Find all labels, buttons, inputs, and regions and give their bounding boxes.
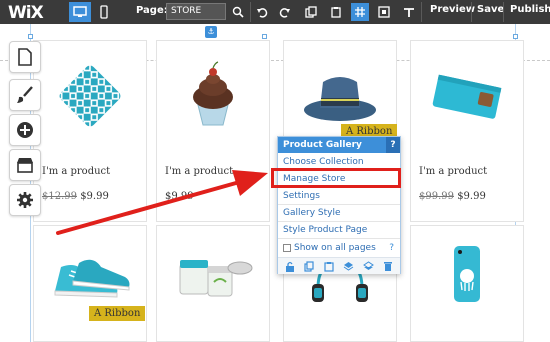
preview-button[interactable]: Preview (430, 4, 475, 15)
phone-case-icon (454, 246, 480, 302)
copy-icon[interactable] (303, 260, 315, 272)
settings-link[interactable]: Settings (283, 191, 320, 201)
pillow-icon (59, 65, 121, 127)
trash-icon[interactable] (382, 260, 394, 272)
undo-icon (257, 8, 268, 18)
product-name: I'm a product (165, 166, 234, 177)
desktop-view-button[interactable] (69, 2, 91, 22)
resize-handle[interactable] (28, 34, 33, 39)
mobile-view-button[interactable] (93, 2, 115, 22)
product-price: $9.99 (165, 191, 194, 202)
wix-logo: WiX (8, 3, 44, 23)
add-button[interactable] (9, 114, 41, 146)
ruler-icon (378, 6, 390, 18)
product-name: I'm a product (419, 166, 488, 177)
copy-button[interactable] (302, 3, 320, 21)
editor-topbar: WiX Page: STORE Preview Save Publish (0, 0, 550, 24)
redo-button[interactable] (276, 3, 294, 21)
product-image[interactable] (157, 226, 269, 326)
wallet-icon (432, 74, 502, 119)
grid-icon (355, 7, 365, 17)
rulers-button[interactable] (375, 3, 393, 21)
paste-icon (331, 7, 341, 18)
paste-button[interactable] (327, 3, 345, 21)
store-icon (17, 158, 33, 173)
resize-handle[interactable] (262, 34, 267, 39)
choose-collection-link[interactable]: Choose Collection (283, 157, 364, 167)
redo-icon (279, 8, 290, 18)
hat-icon (304, 77, 376, 121)
gallery-style-link[interactable]: Gallery Style (283, 208, 341, 218)
page-select[interactable]: STORE (166, 3, 226, 20)
grid-button[interactable] (351, 3, 369, 21)
product-image[interactable] (411, 226, 523, 326)
store-button[interactable] (9, 149, 41, 181)
pages-button[interactable] (9, 41, 41, 73)
search-button[interactable] (229, 3, 247, 21)
design-button[interactable] (9, 79, 41, 111)
settings-button[interactable] (9, 184, 41, 216)
product-old-price: $12.99 (42, 191, 77, 202)
product-ribbon: A Ribbon (89, 306, 146, 321)
add-icon (17, 122, 33, 138)
page-label: Page: (136, 5, 168, 16)
product-sale-price: $9.99 (457, 191, 486, 202)
send-backward-icon[interactable] (362, 260, 374, 272)
paste-icon[interactable] (323, 260, 335, 272)
product-card[interactable]: I'm a product $99.99 $9.99 (410, 40, 524, 222)
product-card[interactable] (410, 225, 524, 342)
lock-icon[interactable] (284, 260, 296, 272)
product-card[interactable] (156, 225, 270, 342)
search-icon (232, 6, 244, 18)
product-image[interactable] (411, 41, 523, 151)
menu-divider (278, 238, 400, 239)
product-card[interactable]: A Ribbon (33, 225, 147, 342)
page-icon (18, 48, 32, 66)
show-on-all-pages-checkbox[interactable]: Show on all pages (283, 243, 376, 253)
copy-icon (305, 6, 317, 18)
menu-divider (278, 204, 400, 205)
manage-store-highlight (271, 168, 401, 188)
undo-button[interactable] (253, 3, 271, 21)
product-card[interactable]: I'm a product $12.99 $9.99 (33, 40, 147, 222)
product-image[interactable] (157, 41, 269, 151)
panel-header: Product Gallery ? (278, 137, 400, 153)
product-old-price: $99.99 (419, 191, 454, 202)
save-button[interactable]: Save (477, 4, 504, 15)
panel-toolbar (278, 257, 400, 274)
resize-handle[interactable] (513, 34, 518, 39)
publish-button[interactable]: Publish (510, 4, 550, 15)
product-price: $12.99 $9.99 (42, 191, 109, 202)
product-image[interactable] (34, 41, 146, 151)
cupcake-icon (193, 61, 233, 126)
toolbar-divider (421, 2, 422, 22)
product-name: I'm a product (42, 166, 111, 177)
brush-icon (17, 86, 33, 103)
product-sale-price: $9.99 (80, 191, 109, 202)
panel-title: Product Gallery (283, 140, 362, 150)
product-card[interactable]: I'm a product $9.99 (156, 40, 270, 222)
style-product-page-link[interactable]: Style Product Page (283, 225, 367, 235)
checkbox-help-icon[interactable]: ? (389, 243, 394, 253)
menu-divider (278, 221, 400, 222)
anchor-icon[interactable]: ⚓ (205, 26, 217, 38)
mobile-icon (100, 5, 108, 19)
product-price: $99.99 $9.99 (419, 191, 486, 202)
guide-icon (404, 8, 414, 17)
help-button[interactable]: ? (386, 137, 400, 153)
jars-icon (179, 260, 253, 297)
bring-forward-icon[interactable] (343, 260, 355, 272)
sneakers-icon (54, 259, 130, 298)
toolbar-divider (471, 2, 472, 22)
checkbox-label: Show on all pages (294, 243, 376, 253)
guides-button[interactable] (400, 3, 418, 21)
gear-icon (17, 192, 33, 208)
toolbar-divider (250, 2, 251, 22)
product-gallery-panel: Product Gallery ? Choose Collection Mana… (277, 136, 401, 274)
checkbox-box[interactable] (283, 244, 291, 252)
toolbar-divider (503, 2, 504, 22)
desktop-icon (73, 6, 87, 17)
